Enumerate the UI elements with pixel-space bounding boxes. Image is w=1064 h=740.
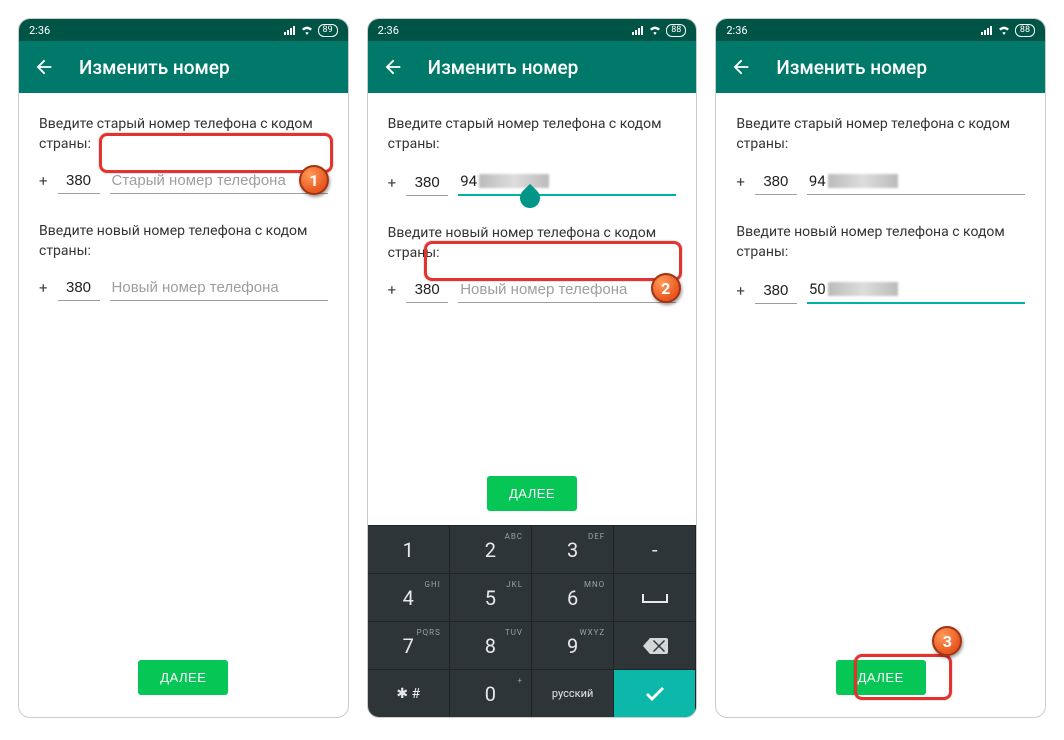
old-number-prompt: Введите старый номер телефона с кодом ст… [388, 115, 677, 154]
key-9[interactable]: 9WXYZ [532, 621, 614, 669]
key-dash[interactable]: - [614, 525, 696, 573]
country-code-input-old[interactable] [755, 169, 797, 195]
key-5[interactable]: 5JKL [450, 573, 532, 621]
new-number-row: + 50 [736, 276, 1025, 304]
key-2[interactable]: 2ABC [450, 525, 532, 573]
phone-screen-3: 2:36 88 Изменить номер Введите старый но… [715, 18, 1046, 718]
status-bar: 2:36 89 [19, 19, 348, 41]
app-bar: Изменить номер [368, 41, 697, 93]
next-button[interactable]: ДАЛЕЕ [138, 660, 228, 695]
app-bar: Изменить номер [716, 41, 1045, 93]
new-number-prompt: Введите новый номер телефона с кодом стр… [388, 224, 677, 263]
wifi-icon [997, 25, 1011, 35]
app-bar: Изменить номер [19, 41, 348, 93]
key-6[interactable]: 6MNO [532, 573, 614, 621]
key-3[interactable]: 3DEF [532, 525, 614, 573]
numeric-keyboard: 1 2ABC 3DEF - 4GHI 5JKL 6MNO 7PQRS 8TUV … [368, 525, 697, 717]
key-7[interactable]: 7PQRS [368, 621, 450, 669]
page-title: Изменить номер [776, 56, 927, 79]
country-code-input-new[interactable] [58, 275, 100, 301]
new-number-input[interactable]: 50 [807, 276, 1025, 304]
next-button[interactable]: ДАЛЕЕ [836, 660, 926, 695]
key-4[interactable]: 4GHI [368, 573, 450, 621]
status-bar: 2:36 88 [368, 19, 697, 41]
key-enter[interactable] [614, 669, 696, 717]
new-number-row: + [39, 275, 328, 301]
battery-indicator: 88 [666, 24, 686, 37]
key-8[interactable]: 8TUV [450, 621, 532, 669]
plus-sign: + [736, 282, 745, 304]
next-button[interactable]: ДАЛЕЕ [487, 476, 577, 511]
old-number-prompt: Введите старый номер телефона с кодом ст… [736, 115, 1025, 154]
annotation-badge-1: 1 [299, 165, 329, 195]
battery-indicator: 89 [318, 24, 338, 37]
plus-sign: + [388, 174, 397, 196]
country-code-input-old[interactable] [58, 168, 100, 194]
back-icon[interactable] [33, 56, 55, 78]
plus-sign: + [39, 279, 48, 301]
signal-icon [981, 25, 993, 35]
plus-sign: + [388, 281, 397, 303]
old-number-prompt: Введите старый номер телефона с кодом ст… [39, 115, 328, 154]
plus-sign: + [39, 172, 48, 194]
new-number-row: + [388, 277, 677, 303]
page-title: Изменить номер [79, 56, 230, 79]
wifi-icon [300, 25, 314, 35]
old-number-input[interactable]: 94 [807, 168, 1025, 195]
wifi-icon [648, 25, 662, 35]
text-cursor-handle[interactable] [516, 184, 544, 212]
key-0[interactable]: 0+ [450, 669, 532, 717]
country-code-input-new[interactable] [755, 278, 797, 304]
phone-screen-1: 2:36 89 Изменить номер Введите старый но… [18, 18, 349, 718]
country-code-input-old[interactable] [406, 170, 448, 196]
status-time: 2:36 [29, 24, 50, 37]
signal-icon [284, 25, 296, 35]
annotation-badge-2: 2 [651, 273, 681, 303]
country-code-input-new[interactable] [406, 277, 448, 303]
key-space[interactable] [614, 573, 696, 621]
old-number-input[interactable] [110, 168, 328, 194]
old-number-redacted [828, 174, 898, 188]
page-title: Изменить номер [428, 56, 579, 79]
plus-sign: + [736, 173, 745, 195]
status-time: 2:36 [378, 24, 399, 37]
new-number-prefix: 50 [809, 280, 826, 298]
key-1[interactable]: 1 [368, 525, 450, 573]
signal-icon [632, 25, 644, 35]
back-icon[interactable] [382, 56, 404, 78]
new-number-prompt: Введите новый номер телефона с кодом стр… [39, 222, 328, 261]
status-time: 2:36 [726, 24, 747, 37]
new-number-prompt: Введите новый номер телефона с кодом стр… [736, 223, 1025, 262]
old-number-row: + 94 [736, 168, 1025, 195]
old-number-redacted [479, 174, 549, 188]
key-backspace[interactable] [614, 621, 696, 669]
old-number-row: + [39, 168, 328, 194]
old-number-row: + 94 [388, 168, 677, 196]
old-number-prefix: 94 [460, 172, 477, 190]
old-number-prefix: 94 [809, 172, 826, 190]
back-icon[interactable] [730, 56, 752, 78]
key-language[interactable]: русский [532, 669, 614, 717]
new-number-input[interactable] [458, 277, 676, 303]
new-number-redacted [828, 282, 898, 296]
status-bar: 2:36 88 [716, 19, 1045, 41]
phone-screen-2: 2:36 88 Изменить номер Введите старый но… [367, 18, 698, 718]
key-symbols[interactable]: ✱ # [368, 669, 450, 717]
old-number-input[interactable]: 94 [458, 168, 676, 196]
new-number-input[interactable] [110, 275, 328, 301]
battery-indicator: 88 [1015, 24, 1035, 37]
